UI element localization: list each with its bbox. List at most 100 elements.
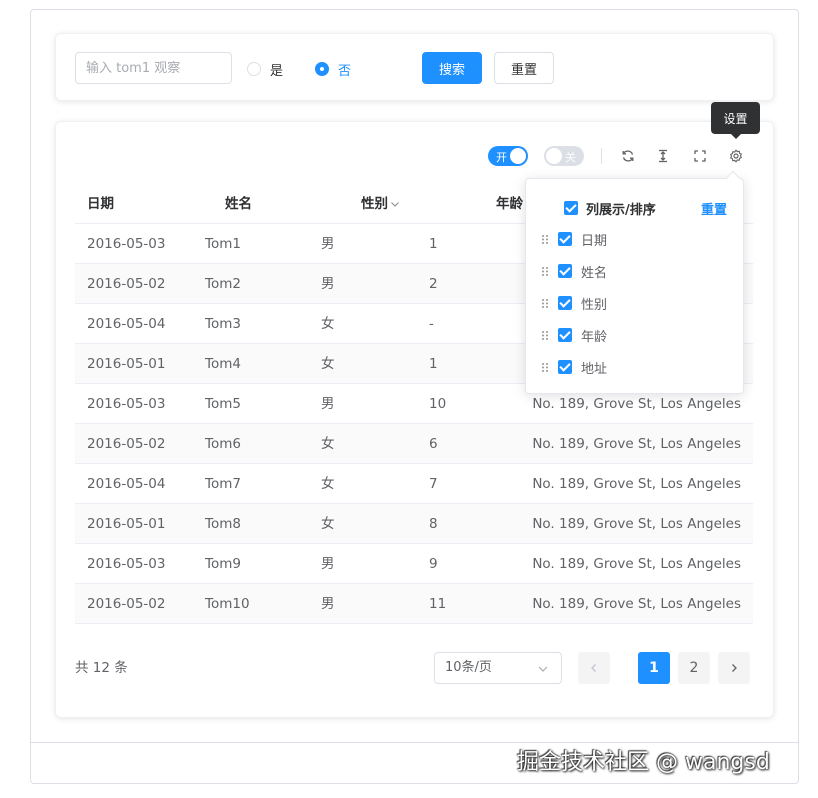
drag-handle-icon[interactable] [541,298,551,309]
cell-gender: 男 [321,396,335,412]
header-name: 姓名 [225,196,252,212]
cell-gender: 男 [321,556,335,572]
pagination-total: 共 12 条 [75,660,128,676]
cell-name: Tom10 [205,596,250,612]
cell-date: 2016-05-02 [87,436,166,452]
column-checkbox[interactable] [558,296,572,310]
next-page-button[interactable] [718,652,750,684]
radio-no[interactable]: 否 [315,60,352,79]
settings-icon[interactable] [726,146,746,166]
column-label: 日期 [581,233,608,249]
switch-on-toggle[interactable]: 开 [488,146,528,166]
column-checkbox[interactable] [558,328,572,342]
cell-name: Tom8 [205,516,241,532]
page-button-2[interactable]: 2 [678,652,710,684]
drag-handle-icon[interactable] [541,266,551,277]
cell-date: 2016-05-03 [87,236,166,252]
header-gender[interactable]: 性别 [361,184,400,224]
column-item[interactable]: 地址 [541,357,607,377]
cell-age: 1 [429,356,438,372]
column-item[interactable]: 日期 [541,229,607,249]
cell-age: 1 [429,236,438,252]
cell-name: Tom9 [205,556,241,572]
cell-gender: 女 [321,356,335,372]
radio-no-circle[interactable] [315,62,329,76]
select-all-checkbox[interactable] [564,201,578,215]
column-label: 地址 [581,361,608,377]
header-gender-label: 性别 [361,196,388,212]
cell-date: 2016-05-01 [87,516,166,532]
radio-yes-circle[interactable] [247,62,261,76]
toolbar-divider [601,148,602,164]
cell-date: 2016-05-03 [87,556,166,572]
refresh-icon[interactable] [618,146,638,166]
radio-no-label: 否 [338,63,352,79]
cell-age: 7 [429,476,438,492]
column-label: 性别 [581,297,608,313]
column-select-all[interactable]: 列展示/排序 [564,198,656,218]
cell-gender: 女 [321,476,335,492]
cell-address: No. 189, Grove St, Los Angeles [532,596,741,612]
cell-gender: 女 [321,516,335,532]
cell-date: 2016-05-02 [87,276,166,292]
cell-gender: 女 [321,436,335,452]
column-label: 姓名 [581,265,608,281]
column-checkbox[interactable] [558,360,572,374]
cell-age: 10 [429,396,447,412]
cell-age: 11 [429,596,447,612]
column-label: 年龄 [581,329,608,345]
cell-date: 2016-05-02 [87,596,166,612]
header-date: 日期 [87,196,114,212]
column-item[interactable]: 姓名 [541,261,607,281]
radio-yes-label: 是 [270,63,284,79]
column-settings-title: 列展示/排序 [586,202,656,218]
page-size-select[interactable]: 10条/页 [434,652,562,684]
switch-off-knob [546,148,562,164]
cell-gender: 男 [321,276,335,292]
filter-caret-icon[interactable] [390,199,400,209]
switch-off-toggle[interactable]: 关 [544,146,584,166]
cell-name: Tom4 [205,356,241,372]
column-checkbox[interactable] [558,264,572,278]
radio-yes[interactable]: 是 [247,60,284,79]
header-age: 年龄 [496,196,523,212]
outer-divider [30,742,799,743]
cell-name: Tom7 [205,476,241,492]
cell-gender: 女 [321,316,335,332]
cell-name: Tom6 [205,436,241,452]
switch-on-label: 开 [496,151,507,164]
drag-handle-icon[interactable] [541,234,551,245]
drag-handle-icon[interactable] [541,362,551,373]
column-reset-button[interactable]: 重置 [701,199,727,218]
search-input[interactable] [75,52,232,84]
cell-name: Tom1 [205,236,241,252]
cell-gender: 男 [321,236,335,252]
column-item[interactable]: 性别 [541,293,607,313]
cell-name: Tom2 [205,276,241,292]
chevron-down-icon [538,666,548,672]
fullscreen-icon[interactable] [690,146,710,166]
prev-page-button[interactable] [578,652,610,684]
cell-address: No. 189, Grove St, Los Angeles [532,476,741,492]
cell-age: - [429,316,434,332]
drag-handle-icon[interactable] [541,330,551,341]
table-row: 2016-05-04 Tom7 女 7 No. 189, Grove St, L… [75,464,753,504]
chevron-left-icon [591,664,596,672]
page-button-1[interactable]: 1 [638,652,670,684]
cell-gender: 男 [321,596,335,612]
cell-date: 2016-05-01 [87,356,166,372]
cell-age: 2 [429,276,438,292]
cell-address: No. 189, Grove St, Los Angeles [532,516,741,532]
chevron-right-icon [732,664,737,672]
cell-address: No. 189, Grove St, Los Angeles [532,436,741,452]
column-checkbox[interactable] [558,232,572,246]
column-item[interactable]: 年龄 [541,325,607,345]
column-height-icon[interactable] [653,146,673,166]
table-row: 2016-05-01 Tom8 女 8 No. 189, Grove St, L… [75,504,753,544]
cell-age: 8 [429,516,438,532]
tooltip-arrow [731,134,741,139]
cell-name: Tom3 [205,316,241,332]
switch-on-knob [510,148,526,164]
search-button[interactable]: 搜索 [422,52,482,84]
reset-button[interactable]: 重置 [494,52,554,84]
